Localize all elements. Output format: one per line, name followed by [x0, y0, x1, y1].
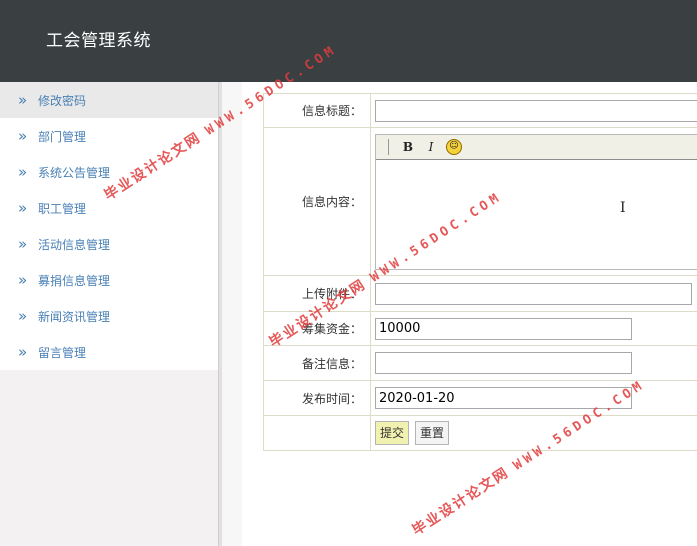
sidebar-item-label: 系统公告管理 — [38, 165, 111, 180]
italic-icon[interactable]: I — [423, 139, 439, 155]
title-label: 信息标题： — [263, 93, 371, 128]
publish-time-input[interactable] — [375, 387, 632, 409]
double-chevron-icon: » — [18, 270, 28, 289]
sidebar-item-news[interactable]: » 新闻资讯管理 — [0, 298, 218, 334]
attachment-input[interactable] — [375, 282, 692, 305]
toolbar-separator — [388, 138, 389, 155]
sidebar-item-label: 留言管理 — [38, 345, 87, 360]
sidebar-item-label: 募捐信息管理 — [38, 273, 111, 288]
title-input[interactable] — [375, 99, 697, 122]
funds-input[interactable] — [375, 317, 632, 340]
content-label: 信息内容： — [263, 127, 371, 276]
reset-button[interactable]: 重置 — [415, 421, 450, 445]
text-cursor-icon: I — [620, 200, 626, 216]
remarks-label: 备注信息： — [263, 345, 371, 381]
double-chevron-icon: » — [18, 342, 28, 361]
sidebar-item-label: 职工管理 — [38, 201, 87, 216]
sidebar-item-change-password[interactable]: » 修改密码 — [0, 82, 218, 118]
sidebar-item-label: 活动信息管理 — [38, 237, 111, 252]
sidebar-item-label: 新闻资讯管理 — [38, 309, 111, 324]
attachment-label: 上传附件： — [263, 275, 371, 312]
double-chevron-icon: » — [18, 90, 28, 109]
double-chevron-icon: » — [18, 198, 28, 217]
publish-time-label: 发布时间： — [263, 380, 371, 416]
double-chevron-icon: » — [18, 162, 28, 181]
sidebar-item-department[interactable]: » 部门管理 — [0, 118, 218, 154]
editor-body[interactable] — [376, 160, 697, 270]
sidebar-item-label: 部门管理 — [38, 129, 87, 144]
emoticon-icon[interactable]: ☺ — [446, 138, 462, 155]
double-chevron-icon: » — [18, 306, 28, 325]
sidebar-item-donations[interactable]: » 募捐信息管理 — [0, 262, 218, 298]
bold-icon[interactable]: B — [400, 139, 416, 155]
remarks-input[interactable] — [375, 352, 632, 374]
editor-toolbar: B I ☺ — [376, 134, 697, 160]
sidebar-item-messages[interactable]: » 留言管理 — [0, 334, 218, 370]
app-title: 工会管理系统 — [46, 31, 151, 51]
sidebar-item-activities[interactable]: » 活动信息管理 — [0, 226, 218, 262]
funds-label: 筹集资金： — [263, 311, 371, 346]
double-chevron-icon: » — [18, 126, 28, 145]
app-header: 工会管理系统 — [0, 0, 697, 82]
sidebar-menu: » 修改密码 » 部门管理 » 系统公告管理 » 职工管理 » 活动信息管理 »… — [0, 82, 218, 370]
sidebar-item-label: 修改密码 — [38, 93, 87, 108]
rich-text-editor[interactable]: B I ☺ — [375, 133, 697, 270]
sidebar-item-staff[interactable]: » 职工管理 — [0, 190, 218, 226]
content-gutter — [222, 82, 242, 546]
double-chevron-icon: » — [18, 234, 28, 253]
empty-label-cell — [263, 415, 371, 451]
submit-button[interactable]: 提交 — [375, 421, 410, 445]
sidebar: » 修改密码 » 部门管理 » 系统公告管理 » 职工管理 » 活动信息管理 »… — [0, 82, 218, 546]
sidebar-item-announcements[interactable]: » 系统公告管理 — [0, 154, 218, 190]
main-content: 信息标题： 信息内容： B I ☺ I 上传附件： 筹集资金： 10000 备注… — [242, 82, 697, 546]
info-form: 信息标题： 信息内容： B I ☺ I 上传附件： 筹集资金： 10000 备注… — [263, 93, 697, 451]
